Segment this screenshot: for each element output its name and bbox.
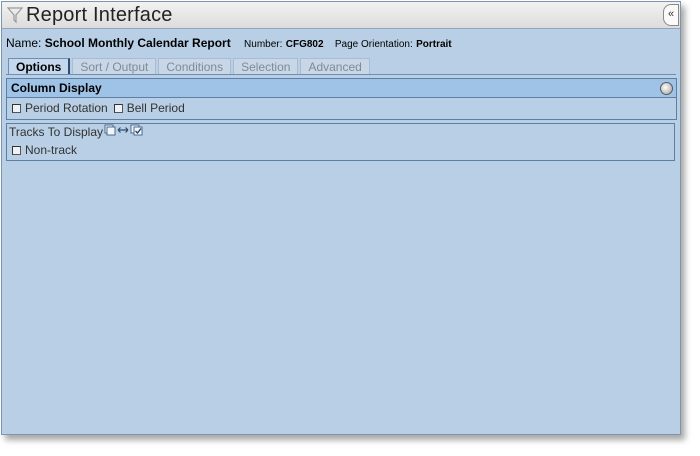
bell-period-checkbox[interactable] — [113, 103, 123, 113]
report-name: School Monthly Calendar Report — [44, 36, 231, 50]
info-circle-icon[interactable] — [660, 82, 673, 95]
report-interface-window: Report Interface « Name: School Monthly … — [1, 1, 681, 435]
tracks-title: Tracks To Display — [9, 125, 104, 139]
tab-bar: Options Sort / Output Conditions Selecti… — [8, 58, 372, 75]
column-display-title: Column Display — [11, 81, 102, 95]
period-rotation-label: Period Rotation — [25, 101, 108, 115]
title-bar: Report Interface « — [2, 2, 680, 29]
column-display-options: Period Rotation Bell Period — [7, 98, 676, 118]
bell-period-option[interactable]: Bell Period — [113, 101, 185, 115]
column-display-section: Column Display Period Rotation Bell Peri… — [6, 78, 677, 120]
filter-icon — [6, 6, 24, 24]
tab-panel-divider — [6, 74, 676, 75]
number-label: Number: — [244, 39, 283, 50]
tab-selection[interactable]: Selection — [233, 58, 299, 75]
non-track-checkbox[interactable] — [12, 145, 21, 155]
orientation-label: Page Orientation: — [334, 39, 413, 50]
page-orientation: Portrait — [416, 39, 452, 50]
window-title: Report Interface — [26, 4, 173, 26]
swap-icon[interactable] — [116, 124, 129, 140]
tracks-header: Tracks To Display — [7, 124, 674, 140]
tracks-section: Tracks To Display Non-track — [6, 123, 675, 161]
tracks-options: Non-track — [7, 140, 674, 160]
collapse-icon[interactable]: « — [663, 4, 679, 26]
name-label: Name: — [6, 36, 42, 50]
select-none-icon[interactable] — [103, 124, 116, 140]
select-all-icon[interactable] — [129, 124, 144, 140]
period-rotation-option[interactable]: Period Rotation — [12, 101, 108, 115]
tab-conditions[interactable]: Conditions — [158, 58, 232, 75]
non-track-label: Non-track — [25, 143, 78, 157]
non-track-option[interactable]: Non-track — [12, 143, 77, 157]
tab-sort-output[interactable]: Sort / Output — [72, 58, 157, 75]
tab-options[interactable]: Options — [8, 58, 71, 75]
period-rotation-checkbox[interactable] — [12, 103, 21, 113]
report-number: CFG802 — [285, 39, 324, 50]
report-info-bar: Name: School Monthly Calendar Report Num… — [6, 36, 676, 52]
column-display-header: Column Display — [7, 79, 676, 98]
bell-period-label: Bell Period — [126, 101, 185, 115]
tab-advanced[interactable]: Advanced — [300, 58, 370, 75]
